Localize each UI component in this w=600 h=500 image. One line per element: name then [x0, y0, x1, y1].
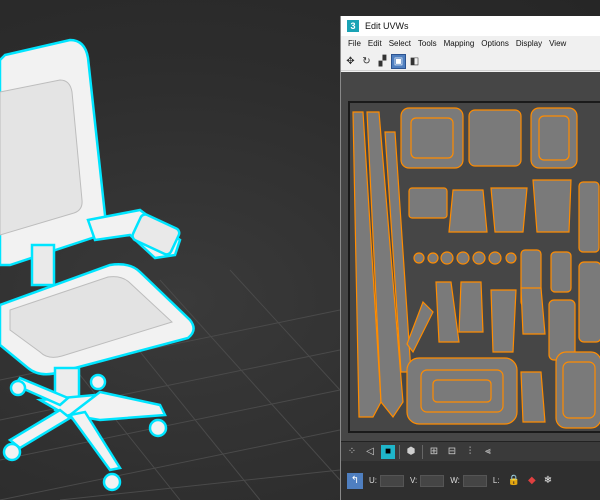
lock-icon[interactable]: 🔒: [508, 475, 520, 486]
grow-icon[interactable]: ⊞: [427, 445, 441, 459]
edge-icon[interactable]: ◁: [363, 445, 377, 459]
titlebar[interactable]: 3 Edit UVWs: [341, 16, 600, 36]
menu-display[interactable]: Display: [516, 39, 542, 48]
bottom-toolbar: ⁘ ◁ ■ ⬢ ⊞ ⊟ ⫶ ⫷: [341, 441, 600, 462]
ring-icon[interactable]: ⫷: [481, 445, 495, 459]
menu-tools[interactable]: Tools: [418, 39, 437, 48]
status-bar: ↰ U: V: W: L: 🔒 ◆ ❄: [341, 461, 600, 500]
menubar: File Edit Select Tools Mapping Options D…: [341, 36, 600, 51]
uv-toolbar: ✥ ↻ ▞ ▣ ◧: [341, 52, 600, 71]
scale-icon[interactable]: ▞: [376, 55, 389, 68]
separator: [399, 445, 400, 459]
window-title: Edit UVWs: [365, 21, 409, 31]
w-field[interactable]: [462, 474, 487, 487]
menu-select[interactable]: Select: [389, 39, 411, 48]
move-icon[interactable]: ✥: [344, 55, 357, 68]
face-icon[interactable]: ■: [381, 445, 395, 459]
mirror-icon[interactable]: ◧: [408, 55, 421, 68]
loop-icon[interactable]: ⫶: [463, 445, 477, 459]
menu-file[interactable]: File: [348, 39, 361, 48]
menu-mapping[interactable]: Mapping: [444, 39, 475, 48]
menu-edit[interactable]: Edit: [368, 39, 382, 48]
rotate-icon[interactable]: ↻: [360, 55, 373, 68]
app-icon: 3: [347, 20, 359, 32]
v-label: V:: [410, 476, 418, 485]
w-label: W:: [450, 476, 460, 485]
u-field[interactable]: [380, 474, 404, 487]
uv-islands: [352, 107, 600, 429]
uv-editor-canvas[interactable]: [341, 72, 600, 452]
vertex-icon[interactable]: ⁘: [345, 445, 359, 459]
chair-model: [0, 38, 195, 492]
snowflake-icon[interactable]: ❄: [544, 475, 552, 486]
element-icon[interactable]: ⬢: [404, 445, 418, 459]
separator: [422, 445, 423, 459]
shrink-icon[interactable]: ⊟: [445, 445, 459, 459]
pick-icon[interactable]: ↰: [347, 472, 363, 489]
v-field[interactable]: [420, 474, 445, 487]
menu-view[interactable]: View: [549, 39, 566, 48]
viewport-scene: [0, 38, 340, 500]
menu-options[interactable]: Options: [481, 39, 509, 48]
l-label: L:: [492, 476, 500, 485]
edit-uvws-window[interactable]: 3 Edit UVWs File Edit Select Tools Mappi…: [340, 16, 600, 500]
map-icon[interactable]: ◆: [528, 475, 536, 486]
freeform-icon[interactable]: ▣: [391, 53, 406, 69]
uv-layout: [348, 101, 600, 433]
u-label: U:: [369, 476, 377, 485]
